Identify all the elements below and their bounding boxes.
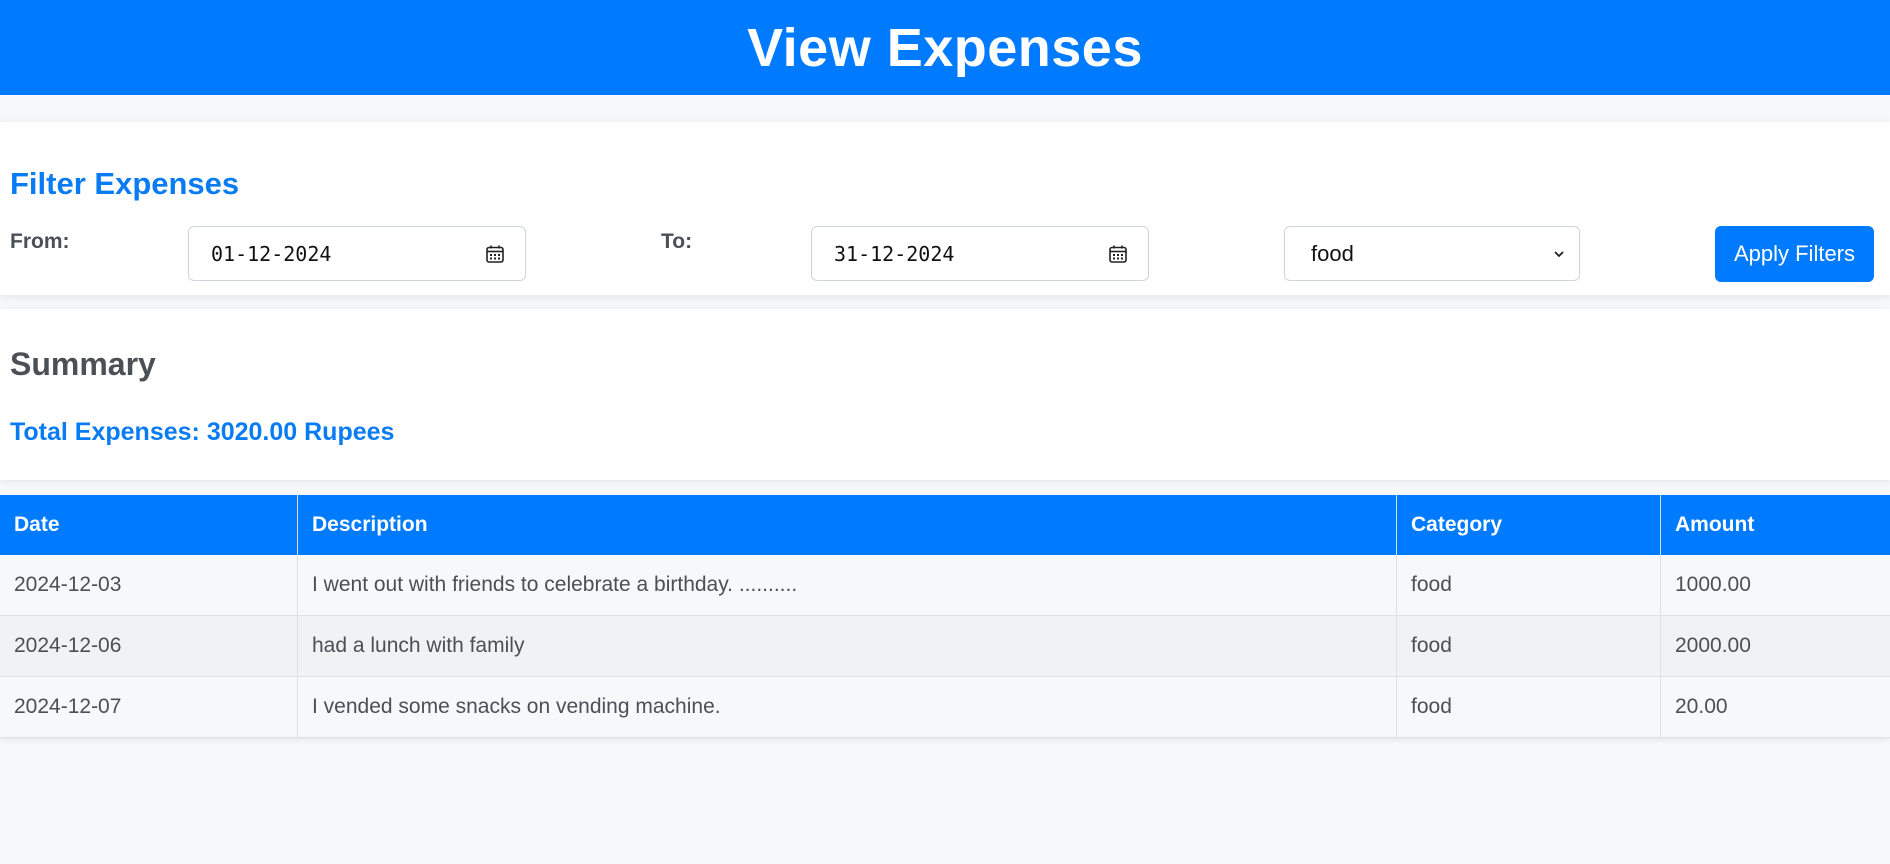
from-date-value: 01-12-2024 xyxy=(211,241,332,266)
column-header-amount: Amount xyxy=(1660,495,1890,555)
from-label: From: xyxy=(10,230,70,253)
cell-description: I vended some snacks on vending machine. xyxy=(297,676,1397,738)
calendar-icon[interactable] xyxy=(485,244,505,264)
to-date-value: 31-12-2024 xyxy=(834,241,955,266)
expenses-table: Date Description Category Amount 2024-12… xyxy=(0,495,1890,738)
cell-description: I went out with friends to celebrate a b… xyxy=(297,555,1397,616)
table-row: 2024-12-07 I vended some snacks on vendi… xyxy=(0,676,1890,738)
from-date-input[interactable]: 01-12-2024 xyxy=(188,226,526,281)
cell-amount: 20.00 xyxy=(1660,676,1890,738)
column-header-date: Date xyxy=(0,495,298,555)
cell-category: food xyxy=(1396,615,1661,677)
cell-amount: 1000.00 xyxy=(1660,555,1890,616)
table-header-row: Date Description Category Amount xyxy=(0,495,1890,555)
apply-filters-button[interactable]: Apply Filters xyxy=(1715,226,1874,282)
cell-category: food xyxy=(1396,555,1661,616)
page-title: View Expenses xyxy=(747,17,1143,78)
cell-amount: 2000.00 xyxy=(1660,615,1890,677)
to-label: To: xyxy=(661,230,693,253)
chevron-down-icon xyxy=(1554,250,1564,257)
cell-description: had a lunch with family xyxy=(297,615,1397,677)
page-header: View Expenses xyxy=(0,0,1890,95)
calendar-icon[interactable] xyxy=(1108,244,1128,264)
summary-panel xyxy=(0,309,1890,480)
table-row: 2024-12-03 I went out with friends to ce… xyxy=(0,555,1890,616)
cell-category: food xyxy=(1396,676,1661,738)
cell-date: 2024-12-03 xyxy=(0,555,298,616)
table-row: 2024-12-06 had a lunch with family food … xyxy=(0,615,1890,677)
summary-title: Summary xyxy=(10,346,156,382)
category-select[interactable]: food xyxy=(1284,226,1580,281)
cell-date: 2024-12-06 xyxy=(0,615,298,677)
filter-title: Filter Expenses xyxy=(10,166,240,201)
category-selected-value: food xyxy=(1311,240,1354,266)
to-date-input[interactable]: 31-12-2024 xyxy=(811,226,1149,281)
column-header-description: Description xyxy=(297,495,1397,555)
total-expenses: Total Expenses: 3020.00 Rupees xyxy=(10,418,395,446)
column-header-category: Category xyxy=(1396,495,1661,555)
cell-date: 2024-12-07 xyxy=(0,676,298,738)
